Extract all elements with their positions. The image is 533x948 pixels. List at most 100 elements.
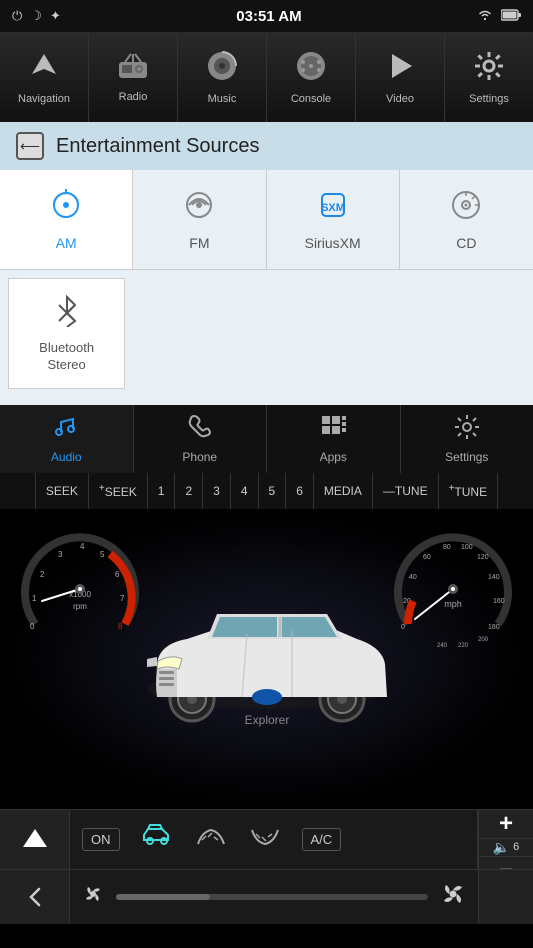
seek-label: SEEK <box>46 484 78 498</box>
back-button[interactable]: ⟵ <box>16 132 44 160</box>
wifi-icon <box>477 8 493 25</box>
fan-speed-slider[interactable] <box>116 894 428 900</box>
entertainment-header: ⟵ Entertainment Sources <box>0 122 533 170</box>
media-button[interactable]: MEDIA <box>314 473 373 509</box>
nav-settings[interactable]: Settings <box>445 32 533 122</box>
source-fm[interactable]: FM <box>133 170 266 269</box>
climate-on-button[interactable]: ON <box>82 828 120 851</box>
tab-phone[interactable]: Phone <box>134 405 268 473</box>
source-sirius[interactable]: SXM SiriusXM <box>267 170 400 269</box>
nav-music[interactable]: Music <box>178 32 267 122</box>
sources-row2: BluetoothStereo <box>0 270 533 405</box>
source-bluetooth[interactable]: BluetoothStereo <box>8 278 125 389</box>
svg-text:200: 200 <box>478 637 489 643</box>
climate-car-icon[interactable] <box>140 822 174 856</box>
svg-text:rpm: rpm <box>73 602 87 611</box>
svg-text:240: 240 <box>437 643 448 649</box>
car-image: Explorer <box>117 559 417 759</box>
status-bar: ⏻ ☽ ✦ 03:51 AM <box>0 0 533 32</box>
bluetooth-label: BluetoothStereo <box>39 340 94 374</box>
svg-text:160: 160 <box>493 598 505 605</box>
channel-4-button[interactable]: 4 <box>231 473 259 509</box>
tab-settings[interactable]: Settings <box>401 405 533 473</box>
channel-3-button[interactable]: 3 <box>203 473 231 509</box>
svg-text:8: 8 <box>118 622 123 631</box>
radio-icon <box>117 52 149 87</box>
svg-text:220: 220 <box>458 643 469 649</box>
svg-text:2: 2 <box>40 570 45 579</box>
climate-right-controls: + 🔈 6 − <box>478 810 533 869</box>
nav-radio[interactable]: Radio <box>89 32 178 122</box>
cd-label: CD <box>456 235 476 251</box>
tab-apps-label: Apps <box>320 450 347 464</box>
tab-audio-label: Audio <box>51 450 82 464</box>
battery-icon <box>501 9 521 24</box>
audio-tab-icon <box>53 414 79 446</box>
nav-video-label: Video <box>386 93 414 105</box>
defrost-front-icon[interactable] <box>194 822 228 856</box>
svg-text:Explorer: Explorer <box>244 713 289 727</box>
am-label: AM <box>56 235 77 251</box>
volume-indicator: 🔈 6 <box>479 839 533 857</box>
back-icon: ⟵ <box>20 138 40 155</box>
climate-up-button[interactable] <box>0 810 70 869</box>
navigation-icon <box>28 50 60 89</box>
svg-text:100: 100 <box>461 544 473 551</box>
apps-tab-icon <box>320 414 346 446</box>
am-icon <box>49 188 83 229</box>
tab-apps[interactable]: Apps <box>267 405 401 473</box>
nav-navigation[interactable]: Navigation <box>0 32 89 122</box>
channel-6-button[interactable]: 6 <box>286 473 314 509</box>
nav-music-label: Music <box>208 93 237 105</box>
defrost-rear-icon[interactable] <box>248 822 282 856</box>
volume-icon: 🔈 <box>493 839 510 856</box>
volume-plus-button[interactable]: + <box>479 810 533 839</box>
fm-label: FM <box>189 235 209 251</box>
plus-icon: + <box>499 810 513 838</box>
climate-bottom-row <box>0 869 533 924</box>
svg-text:120: 120 <box>477 554 489 561</box>
climate-controls-row: ON <box>70 810 478 869</box>
svg-text:0: 0 <box>30 622 35 631</box>
settings-tab-icon <box>454 414 480 446</box>
seek-plus-button[interactable]: +SEEK <box>89 473 148 509</box>
svg-text:140: 140 <box>488 574 500 581</box>
svg-text:60: 60 <box>423 554 431 561</box>
bottom-tabs: Audio Phone Apps <box>0 405 533 473</box>
power-icon: ⏻ <box>12 8 22 24</box>
svg-text:3: 3 <box>58 550 63 559</box>
rpm-gauge: 0 1 2 3 4 5 6 7 8 x1000 rpm <box>20 529 140 649</box>
svg-text:1: 1 <box>32 594 37 603</box>
seek-button[interactable]: SEEK <box>35 473 89 509</box>
video-icon <box>384 50 416 89</box>
console-icon <box>295 50 327 89</box>
tab-settings-label: Settings <box>445 450 488 464</box>
source-cd[interactable]: CD <box>400 170 533 269</box>
channel-2-button[interactable]: 2 <box>175 473 203 509</box>
ac-button[interactable]: A/C <box>302 828 342 851</box>
back-bottom-button[interactable] <box>0 870 70 924</box>
bluetooth-icon <box>53 293 81 334</box>
nav-video[interactable]: Video <box>356 32 445 122</box>
tab-audio[interactable]: Audio <box>0 405 134 473</box>
brightness-icon: ✦ <box>50 8 61 24</box>
tune-minus-button[interactable]: —TUNE <box>373 473 439 509</box>
channel-1-button[interactable]: 1 <box>148 473 176 509</box>
channel-5-button[interactable]: 5 <box>259 473 287 509</box>
sources-grid: AM FM SXM SiriusXM <box>0 170 533 270</box>
entertainment-title: Entertainment Sources <box>56 135 259 158</box>
clock: 03:51 AM <box>236 8 301 25</box>
nav-console[interactable]: Console <box>267 32 356 122</box>
status-right-icons <box>477 8 521 25</box>
nav-navigation-label: Navigation <box>18 93 70 105</box>
nav-console-label: Console <box>291 93 331 105</box>
tune-plus-button[interactable]: +TUNE <box>439 473 499 509</box>
speed-gauge: 0 20 40 60 80 100 120 140 160 180 200 22… <box>393 529 513 649</box>
svg-text:180: 180 <box>488 624 500 631</box>
svg-text:5: 5 <box>100 550 105 559</box>
climate-top-row: ON <box>0 809 533 869</box>
volume-level: 6 <box>513 841 519 853</box>
svg-text:0: 0 <box>401 624 405 631</box>
source-am[interactable]: AM <box>0 170 133 269</box>
moon-icon: ☽ <box>30 8 42 24</box>
